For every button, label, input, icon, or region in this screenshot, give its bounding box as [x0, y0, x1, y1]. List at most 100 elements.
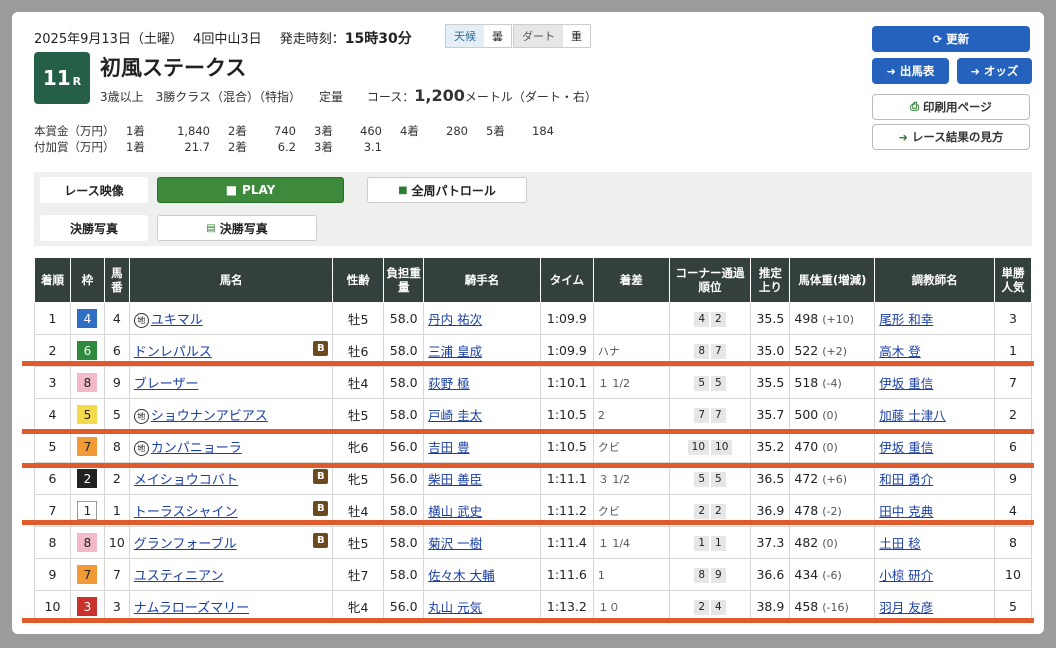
corner-cell: 55 [668, 366, 752, 399]
race-number-suffix: R [72, 74, 82, 88]
col-jockey: 騎手名 [423, 257, 541, 303]
horse-number: 9 [103, 366, 130, 399]
jockey-link[interactable]: 戸崎 圭太 [428, 408, 482, 423]
corner-3: 5 [694, 376, 710, 391]
play-button[interactable]: ■ PLAY [157, 177, 344, 203]
print-button[interactable]: ⎙ 印刷用ページ [872, 94, 1030, 120]
jockey-link[interactable]: 三浦 皇成 [428, 344, 482, 359]
corner-positions: 11 [694, 536, 726, 551]
sex-age: 牡4 [332, 366, 385, 399]
body-weight-cell: 470 (0) [789, 430, 876, 463]
odds-button[interactable]: ➜ オッズ [957, 58, 1032, 84]
patrol-button[interactable]: ■ 全周パトロール [367, 177, 527, 203]
horse-number: 7 [103, 558, 130, 591]
highlight-line [22, 618, 1034, 623]
jockey-cell: 荻野 極 [423, 366, 541, 399]
trainer-link[interactable]: 伊坂 重信 [879, 376, 933, 391]
horse-name-link[interactable]: ショウナンアビアス [151, 409, 268, 424]
update-button[interactable]: ⟳ 更新 [872, 26, 1030, 52]
last-3f: 35.7 [750, 398, 791, 431]
carried-weight: 58.0 [383, 398, 425, 431]
results-table: 着順 枠 馬番 馬名 性齢 負担重量 騎手名 タイム 着差 コーナー通過順位 推… [34, 257, 1033, 623]
waku-cell: 5 [69, 398, 105, 431]
race-number-badge: 11 R [34, 52, 90, 104]
body-weight-diff: (-16) [822, 601, 849, 614]
margin [592, 302, 670, 335]
race-class: 3歳以上 3勝クラス（混合）（特指） 定量 [100, 90, 344, 104]
howto-button[interactable]: ➜ レース結果の見方 [872, 124, 1030, 150]
body-weight-cell: 500 (0) [789, 398, 876, 431]
horse-name-link[interactable]: ナムラローズマリー [134, 601, 249, 616]
margin-text: 2 [597, 409, 605, 422]
jockey-cell: 佐々木 大輔 [423, 558, 541, 591]
sex-age: 牡5 [332, 526, 385, 559]
chevron-right-icon: ➜ [970, 64, 980, 78]
trainer-link[interactable]: 土田 稔 [879, 536, 920, 551]
jockey-link[interactable]: 横山 武史 [428, 504, 482, 519]
horse-name-link[interactable]: ブレーザー [134, 377, 199, 392]
horse-name-link[interactable]: ユスティニアン [134, 569, 224, 584]
trainer-link[interactable]: 和田 勇介 [879, 472, 933, 487]
corner-4: 2 [711, 504, 726, 519]
corner-3: 10 [687, 440, 710, 455]
waku-badge: 6 [77, 341, 98, 360]
video-camera-icon: ■ [225, 183, 238, 197]
corner-4: 10 [711, 440, 733, 455]
trainer-cell: 土田 稔 [874, 526, 995, 559]
jockey-link[interactable]: 柴田 善臣 [428, 472, 482, 487]
entries-button[interactable]: ➜ 出馬表 [872, 58, 949, 84]
corner-positions: 22 [694, 504, 726, 519]
horse-cell: 地ユキマル [128, 302, 334, 335]
prize-amount: 740 [274, 124, 296, 138]
horse-name-link[interactable]: ドンレパルス [134, 345, 212, 360]
body-weight: 482 [794, 535, 819, 550]
trainer-link[interactable]: 高木 登 [879, 344, 920, 359]
corner-3: 7 [694, 408, 710, 423]
trainer-link[interactable]: 伊坂 重信 [879, 440, 933, 455]
jockey-link[interactable]: 丹内 祐次 [428, 312, 482, 327]
race-date: 2025年9月13日（土曜） [34, 32, 183, 47]
popularity: 10 [993, 558, 1033, 591]
trainer-link[interactable]: 尾形 和幸 [879, 312, 933, 327]
jockey-link[interactable]: 吉田 豊 [428, 440, 469, 455]
margin-text: クビ [597, 504, 620, 518]
sex-age: 牝6 [332, 430, 385, 463]
last-3f: 37.3 [750, 526, 791, 559]
horse-cell: ブレーザー [128, 366, 334, 399]
trainer-link[interactable]: 小椋 研介 [879, 568, 933, 583]
table-row: 9 7 7 ユスティニアン 牡7 58.0 佐々木 大輔 1:11.6 1 8 9 36.6 434 (… [34, 558, 1033, 591]
trainer-link[interactable]: 加藤 士津八 [879, 408, 945, 423]
corner-4: 2 [711, 312, 726, 327]
body-weight: 458 [794, 599, 819, 614]
jockey-link[interactable]: 丸山 元気 [428, 600, 482, 615]
jockey-link[interactable]: 佐々木 大輔 [428, 568, 494, 583]
corner-positions: 89 [694, 568, 726, 583]
horse-name-link[interactable]: メイショウコバト [134, 473, 238, 488]
col-margin: 着差 [592, 257, 670, 303]
col-last3f: 推定上り [750, 257, 791, 303]
corner-cell: 42 [668, 302, 752, 335]
prize-amount: 460 [360, 124, 382, 138]
prize-amount: 21.7 [184, 140, 210, 154]
body-weight: 518 [794, 375, 819, 390]
col-horse: 馬名 [128, 257, 334, 303]
race-time: 1:09.9 [539, 302, 594, 335]
horse-name-link[interactable]: グランフォーブル [134, 537, 237, 552]
horse-name-link[interactable]: トーラスシャイン [134, 505, 238, 520]
race-time: 1:10.5 [539, 430, 594, 463]
prize-rank: 3着 [314, 124, 333, 138]
horse-name-link[interactable]: ユキマル [151, 313, 203, 328]
trainer-link[interactable]: 田中 克典 [879, 504, 933, 519]
trainer-link[interactable]: 羽月 友彦 [879, 600, 933, 615]
jockey-link[interactable]: 荻野 極 [428, 376, 469, 391]
margin-text: １ 1/2 [597, 376, 631, 390]
horse-name-link[interactable]: カンパニョーラ [151, 441, 242, 456]
col-waku: 枠 [69, 257, 105, 303]
waku-badge: 2 [77, 469, 98, 488]
jockey-link[interactable]: 菊沢 一樹 [428, 536, 482, 551]
prize-amount: 280 [446, 124, 468, 138]
finish-photo-button[interactable]: ▤ 決勝写真 [157, 215, 317, 241]
prize-label: 付加賞（万円） [34, 140, 115, 154]
body-weight: 500 [794, 407, 819, 422]
race-name: 初風ステークス [100, 56, 247, 80]
